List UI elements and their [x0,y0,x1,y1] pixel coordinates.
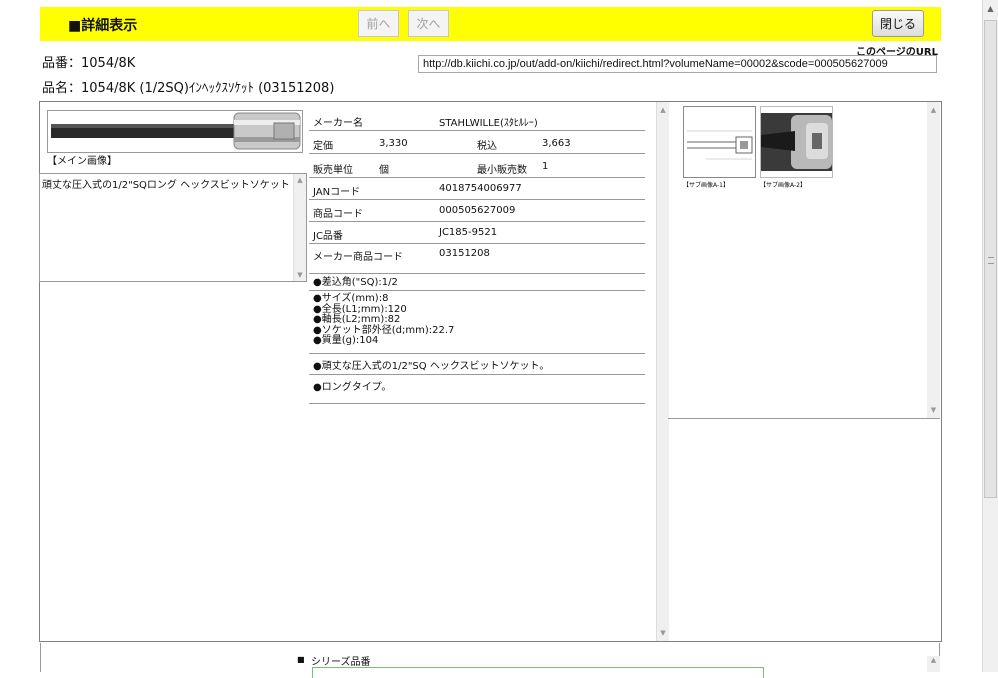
spec-label: 定価 [313,141,333,152]
series-label: シリーズ品番 [311,657,371,668]
spec-label: JANコード [313,187,361,198]
sub-image-scrollbar[interactable]: ▲ ▼ [927,102,940,418]
attr-text: ●差込角("SQ):1/2 [313,277,398,288]
spec-value: 3,663 [542,138,571,149]
scroll-down-icon[interactable]: ▼ [294,269,306,281]
scrollbar-thumb[interactable] [984,20,997,498]
spec-value: JC185-9521 [439,227,498,238]
main-image[interactable] [47,110,303,153]
next-button[interactable]: 次へ [408,10,449,37]
sub-image-1[interactable] [683,106,756,178]
toolbar: ■詳細表示 前へ 次へ 閉じる [40,7,941,41]
attr-text: ●頑丈な圧入式の1/2"SQ ヘックスビットソケット。 [313,361,550,372]
bullet-icon: ■ [297,655,305,664]
scroll-down-icon[interactable]: ▼ [657,627,669,639]
attr-feature1: ●頑丈な圧入式の1/2"SQ ヘックスビットソケット。 [309,354,645,375]
scroll-down-icon[interactable]: ▼ [927,404,940,416]
hex-socket-icon [51,112,301,150]
sub-image-2[interactable] [760,106,833,178]
spec-row-price: 定価 3,330 税込 3,663 [309,131,645,154]
attr-feature2: ●ロングタイプ。 [309,375,645,404]
series-table [312,667,764,678]
scroll-up-icon[interactable]: ▲ [294,174,306,186]
spec-value: STAHLWILLE(ｽﾀﾋﾙﾚｰ) [439,118,538,129]
spec-table: メーカー名 STAHLWILLE(ｽﾀﾋﾙﾚｰ) 定価 3,330 税込 3,6… [309,108,645,274]
spec-label: メーカー商品コード [313,252,403,263]
description-text: 頑丈な圧入式の1/2"SQロング ヘックスビットソケット [42,180,290,191]
attr-text: ●質量(g):104 [313,335,379,347]
spec-value: 4018754006977 [439,183,522,194]
spec-row-jc: JC品番 JC185-9521 [309,222,645,244]
description-box[interactable]: 頑丈な圧入式の1/2"SQロング ヘックスビットソケット ▲ ▼ [39,173,307,282]
spec-label: メーカー名 [313,118,363,129]
spec-value: 000505627009 [439,205,516,216]
spec-label: JC品番 [313,231,343,242]
page-url-field[interactable]: http://db.kiichi.co.jp/out/add-on/kiichi… [418,55,937,73]
spec-row-unit: 販売単位 個 最小販売数 1 [309,154,645,178]
description-scrollbar[interactable]: ▲ ▼ [293,174,306,281]
spec-value: 03151208 [439,248,490,259]
dimension-drawing-icon [687,130,753,160]
series-scrollbar[interactable]: ▲ [927,656,940,672]
scroll-up-icon[interactable]: ▲ [927,104,940,116]
spec-row-maker: メーカー名 STAHLWILLE(ｽﾀﾋﾙﾚｰ) [309,108,645,131]
page-scrollbar[interactable]: ▲ [982,0,998,672]
sub-image-2-label: 【サブ画像A-2】 [760,182,806,189]
attr-text: ●サイズ(mm):8 [313,293,389,304]
spec-value: 個 [379,165,389,176]
socket-photo-icon [761,113,832,171]
spec-label: 商品コード [313,209,363,220]
spec-row-maker-code: メーカー商品コード 03151208 [309,244,645,274]
sub-image-panel: 【サブ画像A-1】 【サブ画像A-2】 ▲ ▼ [668,102,940,419]
detail-title: ■詳細表示 [68,18,138,34]
spec-row-code: 商品コード 000505627009 [309,200,645,222]
prev-button[interactable]: 前へ [358,10,399,37]
product-name: 品名：1054/8K (1/2SQ)ｲﾝﾍｯｸｽｿｹｯﾄ (03151208) [42,81,335,96]
spec-row-jan: JANコード 4018754006977 [309,178,645,200]
scroll-up-icon[interactable]: ▲ [927,656,940,664]
grip-icon [988,257,994,264]
spec-value: 1 [542,161,549,172]
scroll-up-icon[interactable]: ▲ [983,0,998,16]
attr-dimensions: ●サイズ(mm):8 ●全長(L1;mm):120 ●軸長(L2;mm):82 … [309,291,645,354]
main-image-label: 【メイン画像】 [47,156,117,167]
spec-label: 最小販売数 [477,165,527,176]
close-button[interactable]: 閉じる [872,10,924,37]
attr-text: ●ロングタイプ。 [313,382,392,393]
attr-sq: ●差込角("SQ):1/2 [309,271,645,291]
spec-value: 3,330 [379,138,408,149]
product-number: 品番：1054/8K [42,56,136,71]
spec-label: 税込 [477,141,497,152]
spec-label: 販売単位 [313,165,353,176]
sub-image-1-label: 【サブ画像A-1】 [683,182,729,189]
series-section: ■ シリーズ品番 [40,643,940,678]
